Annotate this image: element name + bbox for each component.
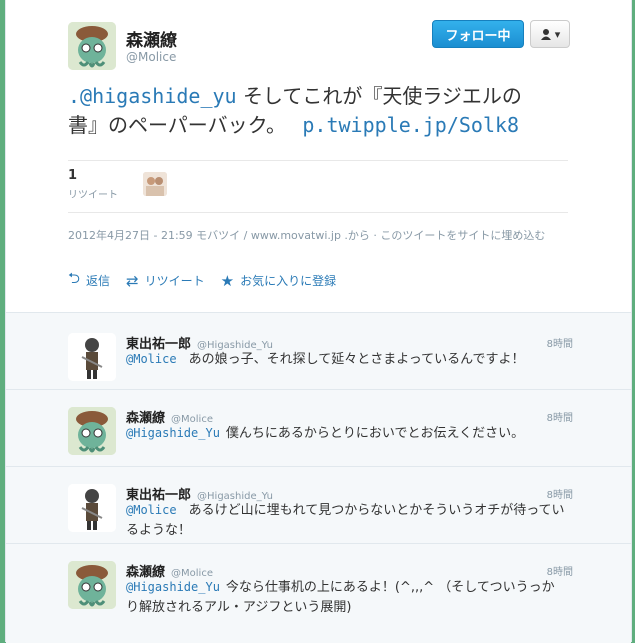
reply-text: @Molice あるけど山に埋もれて見つからないとかそういうオチが待っているような… [126,500,566,541]
reply-mention[interactable]: @Higashide_Yu [126,580,220,594]
user-actions-dropdown[interactable]: ▾ [530,20,570,48]
retweet-count-label: リツイート [68,190,118,201]
reply-mention[interactable]: @Molice [126,352,177,366]
reply-avatar[interactable] [68,407,116,455]
tweet-url-link[interactable]: p.twipple.jp/Solk8 [302,113,519,137]
tweet-text-part2: 書』のペーパーバック。 [68,113,286,137]
retweeter-avatar[interactable] [143,172,167,196]
chevron-down-icon: ▾ [554,27,561,41]
reply-text: @Higashide_Yu 僕んちにあるからとりにおいでとお伝えください。 [126,423,566,444]
reply-time[interactable]: 8時間 [547,335,573,350]
list-item[interactable]: 森瀬繚 @Molice 8時間 @Higashide_Yu 今なら仕事机の上にあるよ… [6,544,631,643]
following-button[interactable]: フォロー中 [432,20,524,48]
divider [68,160,568,161]
tweet-meta: 2012年4月27日 - 21:59 モバツイ / www.movatwi.jp… [68,229,546,242]
reply-body: あの娘っ子、それ探して延々とさまよっているんですよ！ [188,352,525,367]
author-avatar[interactable] [68,22,116,70]
author-name[interactable]: 森瀬繚 [126,26,177,51]
retweet-action[interactable]: ⇄ リツイート [126,272,205,290]
reply-text: @Higashide_Yu 今なら仕事机の上にあるよ！(^,,,^ （そしてついう… [126,577,566,618]
author-handle[interactable]: @Molice [126,50,176,64]
tweet-card: 森瀬繚 @Molice フォロー中 ▾ .@higashide_yu そしてこれ… [5,0,632,643]
reply-avatar[interactable] [68,561,116,609]
reply-avatar[interactable] [68,484,116,532]
star-icon: ★ [220,271,235,290]
reply-body: 僕んちにあるからとりにおいでとお伝えください。 [225,426,525,441]
favorite-label: お気に入りに登録 [240,274,337,288]
reply-icon: ⮌ [68,269,81,287]
reply-time[interactable]: 8時間 [547,486,573,501]
reply-mention[interactable]: @Molice [126,503,177,517]
reply-text: @Molice あの娘っ子、それ探して延々とさまよっているんですよ！ [126,349,566,370]
reply-action[interactable]: ⮌ 返信 [68,268,110,293]
reply-mention[interactable]: @Higashide_Yu [126,426,220,440]
divider [68,212,568,213]
retweet-label: リツイート [144,274,205,288]
replies-list: 東出祐一郎 @Higashide_Yu 8時間 @Molice あの娘っ子、それ探し… [6,312,631,643]
reply-time[interactable]: 8時間 [547,563,573,578]
tweet-actions: ⮌ 返信 ⇄ リツイート ★ お気に入りに登録 [68,268,336,293]
reply-label: 返信 [86,274,111,288]
reply-avatar[interactable] [68,333,116,381]
reply-time[interactable]: 8時間 [547,409,573,424]
list-item[interactable]: 東出祐一郎 @Higashide_Yu 8時間 @Molice あるけど山に埋もれて… [6,467,631,544]
tweet-text-part1: そしてこれが『天使ラジエルの [242,84,522,108]
retweet-icon: ⇄ [126,271,139,290]
list-item[interactable]: 森瀬繚 @Molice 8時間 @Higashide_Yu 僕んちにあるからとりにお… [6,390,631,467]
list-item[interactable]: 東出祐一郎 @Higashide_Yu 8時間 @Molice あの娘っ子、それ探し… [6,313,631,390]
favorite-action[interactable]: ★ お気に入りに登録 [221,272,336,290]
tweet-text: .@higashide_yu そしてこれが『天使ラジエルの 書』のペーパーバック… [68,82,568,140]
retweet-count[interactable]: 1 [68,168,77,183]
tweet-mention-link[interactable]: .@higashide_yu [68,84,237,108]
user-icon [540,29,551,40]
reply-body: あるけど山に埋もれて見つからないとかそういうオチが待っているような！ [126,503,565,538]
